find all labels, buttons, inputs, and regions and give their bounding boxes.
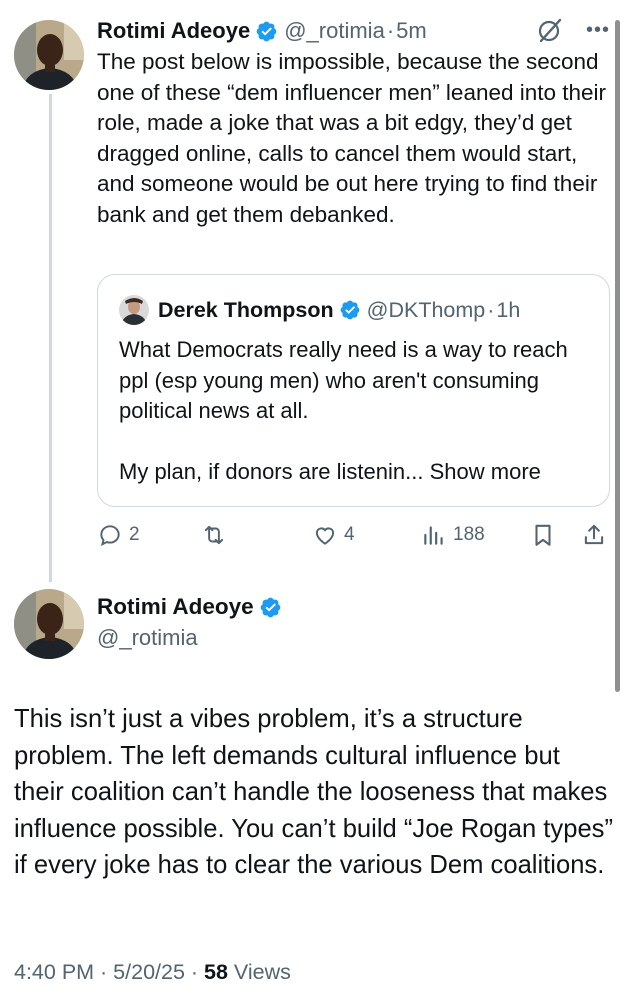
reply-icon <box>100 525 120 547</box>
author-handle[interactable]: @_rotimia <box>97 625 198 651</box>
bookmark-button[interactable] <box>530 516 556 554</box>
avatar[interactable] <box>14 20 84 90</box>
more-icon[interactable]: ••• <box>586 20 610 40</box>
post-header-icons: ••• <box>536 16 610 44</box>
post-text: This isn’t just a vibes problem, it’s a … <box>14 705 614 880</box>
verified-badge-icon <box>340 300 360 320</box>
author-name-row: Rotimi Adeoye <box>97 594 288 620</box>
post-time[interactable]: 5m <box>396 18 427 44</box>
reply-button[interactable]: 2 <box>97 516 140 554</box>
quoted-text-truncated: My plan, if donors are listenin... Show … <box>119 457 594 488</box>
author-name[interactable]: Rotimi Adeoye <box>97 18 250 44</box>
separator-dot: · <box>487 297 495 322</box>
post-header: Rotimi Adeoye @_rotimia · 5m <box>97 14 427 48</box>
views-label: Views <box>227 960 291 984</box>
action-bar: 2 4 188 <box>97 516 611 554</box>
share-button[interactable] <box>581 516 607 554</box>
bookmark-icon <box>535 524 551 546</box>
quoted-post-text: What Democrats really need is a way to r… <box>119 335 594 488</box>
post-text: The post below is impossible, because th… <box>97 49 607 227</box>
quoted-avatar[interactable] <box>119 295 149 325</box>
post-meta: 4:40 PM · 5/20/25 · 58 Views <box>14 960 291 985</box>
separator-dot: · <box>386 18 395 43</box>
author-handle[interactable]: @_rotimia <box>284 18 385 44</box>
post-timestamp[interactable]: 4:40 PM · 5/20/25 · <box>14 960 204 984</box>
verified-badge-icon <box>256 21 277 41</box>
show-more-link[interactable]: Show more <box>430 459 541 484</box>
repost-icon <box>204 525 224 545</box>
like-button[interactable]: 4 <box>312 516 355 554</box>
repost-button[interactable] <box>201 516 233 554</box>
views-count: 58 <box>204 960 228 984</box>
reply-count: 2 <box>129 524 140 545</box>
like-icon <box>315 527 335 545</box>
avatar[interactable] <box>14 589 84 659</box>
like-count: 4 <box>344 524 355 545</box>
grok-icon[interactable] <box>536 16 564 44</box>
verified-badge-icon <box>260 597 281 617</box>
views-icon <box>424 526 443 545</box>
quoted-text-paragraph: What Democrats really need is a way to r… <box>119 337 568 423</box>
quoted-author-name[interactable]: Derek Thompson <box>158 298 334 323</box>
author-name[interactable]: Rotimi Adeoye <box>97 594 254 620</box>
quoted-post-time[interactable]: 1h <box>496 298 520 323</box>
views-count: 188 <box>453 524 485 545</box>
scrollbar[interactable] <box>615 20 620 692</box>
quoted-text-snippet: My plan, if donors are listenin... <box>119 459 424 484</box>
views-button[interactable]: 188 <box>421 516 485 554</box>
quoted-post-header: Derek Thompson @DKThomp · 1h <box>119 295 520 325</box>
share-icon <box>584 524 604 545</box>
thread-connector <box>49 94 52 582</box>
quoted-author-handle[interactable]: @DKThomp <box>367 298 486 323</box>
quoted-post[interactable]: Derek Thompson @DKThomp · 1h What Democr… <box>97 274 610 507</box>
